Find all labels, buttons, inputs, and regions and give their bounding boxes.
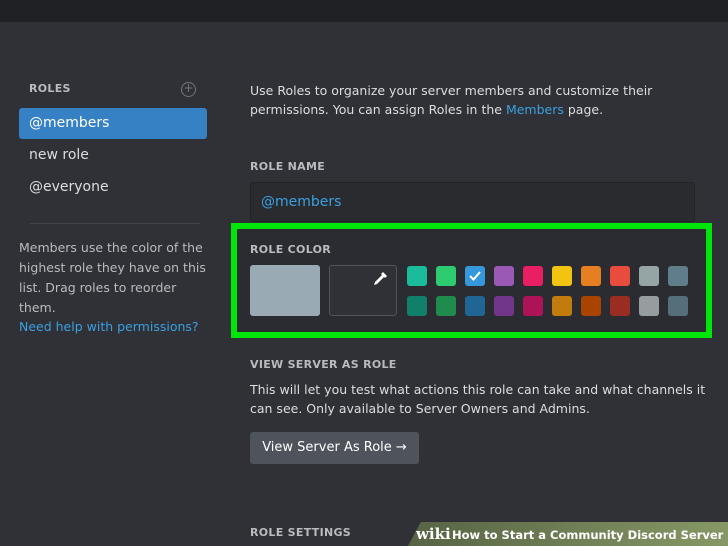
color-swatch[interactable]	[436, 266, 456, 286]
role-name-input[interactable]: @members	[250, 182, 695, 222]
color-swatch[interactable]	[552, 266, 572, 286]
role-item-everyone[interactable]: @everyone	[19, 172, 207, 203]
color-swatch[interactable]	[407, 266, 427, 286]
color-swatch[interactable]	[523, 296, 543, 316]
check-icon	[469, 271, 481, 281]
view-as-role-description: This will let you test what actions this…	[250, 382, 706, 416]
watermark-title: How to Start a Community Discord Server	[452, 528, 724, 542]
color-swatch[interactable]	[523, 266, 543, 286]
color-swatch[interactable]	[610, 266, 630, 286]
wikihow-logo: wiki	[416, 525, 451, 543]
color-swatch[interactable]	[668, 266, 688, 286]
color-swatch[interactable]	[407, 296, 427, 316]
role-settings-label: ROLE SETTINGS	[250, 526, 352, 539]
role-item-new-role[interactable]: new role	[19, 140, 207, 171]
plus-circle-icon[interactable]: +	[181, 82, 196, 97]
roles-header: ROLES +	[29, 82, 199, 98]
permissions-help-link[interactable]: Need help with permissions?	[19, 319, 199, 334]
color-swatch[interactable]	[639, 266, 659, 286]
view-server-as-role-button[interactable]: View Server As Role →	[250, 432, 419, 464]
color-swatch[interactable]	[552, 296, 572, 316]
color-swatch[interactable]	[639, 296, 659, 316]
color-swatch-selected[interactable]	[465, 266, 485, 286]
intro-text-end: page.	[567, 102, 604, 117]
sidebar-divider	[30, 223, 200, 224]
eyedropper-icon	[374, 272, 387, 285]
members-link[interactable]: Members	[506, 102, 564, 117]
role-color-label: ROLE COLOR	[250, 243, 332, 256]
role-name-label: ROLE NAME	[250, 160, 326, 173]
view-as-role-label: VIEW SERVER AS ROLE	[250, 358, 397, 371]
custom-color-picker[interactable]	[329, 265, 397, 316]
color-swatch[interactable]	[581, 266, 601, 286]
role-item-members[interactable]: @members	[19, 108, 207, 139]
color-swatch[interactable]	[610, 296, 630, 316]
window-top-bar	[0, 0, 728, 22]
default-color-swatch[interactable]	[250, 265, 320, 316]
roles-title: ROLES	[29, 82, 71, 95]
color-swatch[interactable]	[581, 296, 601, 316]
color-swatch[interactable]	[494, 266, 514, 286]
sidebar-help-text: Members use the color of the highest rol…	[19, 240, 206, 315]
color-swatch[interactable]	[465, 296, 485, 316]
color-swatch[interactable]	[668, 296, 688, 316]
color-swatch[interactable]	[436, 296, 456, 316]
roles-intro: Use Roles to organize your server member…	[250, 81, 710, 119]
color-swatch[interactable]	[494, 296, 514, 316]
